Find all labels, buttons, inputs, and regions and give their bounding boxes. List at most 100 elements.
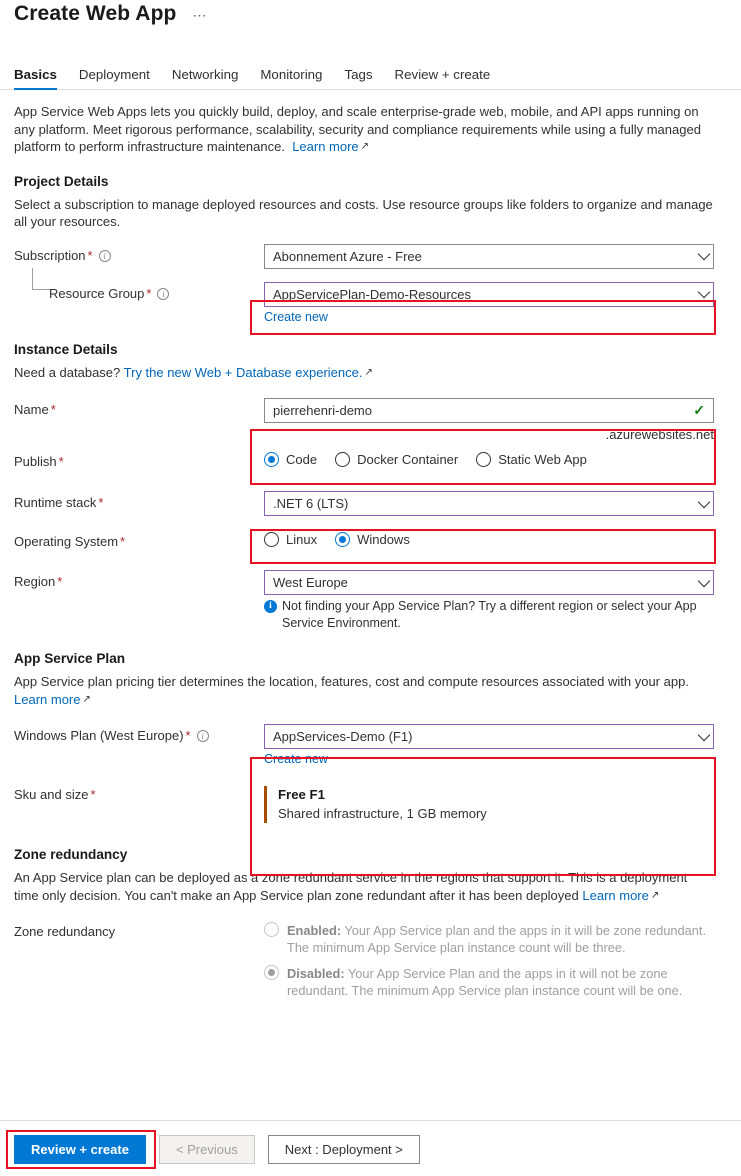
windows-plan-label: Windows Plan (West Europe) [14,728,184,743]
zone-redundancy-option-bold: Disabled: [287,966,345,981]
name-input[interactable]: pierrehenri-demo [264,398,714,423]
publish-option-static-web-app[interactable]: Static Web App [476,452,587,467]
instance-details-heading: Instance Details [14,341,118,357]
row-publish: Publish * Code Docker Container Static We… [14,450,727,474]
operating-system-label: Operating System [14,534,119,549]
database-prompt-row: Need a database? Try the new Web + Datab… [14,364,714,382]
create-web-app-blade: Create Web App ⋯ Basics Deployment Netwo… [0,0,741,1176]
resource-group-control: AppServicePlan-Demo-Resources Create new [264,281,727,324]
publish-option-docker-container[interactable]: Docker Container [335,452,458,467]
required-marker: * [50,402,56,417]
radio-dot-icon [264,452,279,467]
info-badge-icon: i [264,600,277,613]
create-new-resource-group-link[interactable]: Create new [264,310,328,324]
required-marker: * [120,534,126,549]
project-details-heading: Project Details [14,173,109,189]
name-label: Name [14,402,49,417]
publish-label: Publish [14,454,57,469]
runtime-stack-control: .NET 6 (LTS) [264,491,727,516]
required-marker: * [58,454,64,469]
tab-tags[interactable]: Tags [333,67,383,89]
zone-redundancy-option-text: Enabled: Your App Service plan and the a… [287,922,714,956]
zone-redundancy-radio-group: Enabled: Your App Service plan and the a… [264,920,727,999]
windows-plan-control: AppServices-Demo (F1) Create new [264,724,727,766]
zone-redundancy-learn-more-link[interactable]: Learn more [582,888,648,903]
resource-group-label-wrap: Resource Group * i [14,267,264,301]
row-operating-system: Operating System * Linux Windows [14,530,727,554]
row-name: Name * pierrehenri-demo ✓ .azurewebsites.… [14,398,727,442]
region-dropdown-wrap: West Europe [264,570,714,595]
zone-redundancy-control: Enabled: Your App Service plan and the a… [264,920,727,999]
tab-networking[interactable]: Networking [161,67,250,89]
database-prompt-text: Need a database? [14,364,121,380]
required-marker: * [87,247,93,263]
resource-group-dropdown[interactable]: AppServicePlan-Demo-Resources [264,281,714,307]
radio-dot-icon [264,922,279,937]
sku-card[interactable]: Free F1 Shared infrastructure, 1 GB memo… [264,786,714,823]
valid-check-icon: ✓ [693,402,705,418]
sku-and-size-control: Free F1 Shared infrastructure, 1 GB memo… [264,783,727,823]
operating-system-label-wrap: Operating System * [14,530,264,549]
required-marker: * [90,787,96,802]
zone-redundancy-option-text: Disabled: Your App Service Plan and the … [287,965,714,999]
operating-system-radio-group: Linux Windows [264,530,727,547]
required-marker: * [146,285,152,301]
name-input-wrap: pierrehenri-demo ✓ [264,398,714,423]
region-note-text: Not finding your App Service Plan? Try a… [282,599,697,630]
tab-monitoring[interactable]: Monitoring [249,67,333,89]
zone-redundancy-heading: Zone redundancy [14,847,128,862]
row-subscription: Subscription * i Abonnement Azure - Free [14,243,727,269]
intro-learn-more-link[interactable]: Learn more [292,139,358,154]
row-runtime-stack: Runtime stack * .NET 6 (LTS) [14,491,727,516]
info-icon[interactable]: i [98,249,111,262]
tab-review-create[interactable]: Review + create [384,67,502,89]
radio-dot-icon [335,452,351,467]
publish-control: Code Docker Container Static Web App [264,450,727,467]
zone-redundancy-description-wrap: An App Service plan can be deployed as a… [14,869,714,904]
subscription-label-wrap: Subscription * i [14,244,264,263]
name-control: pierrehenri-demo ✓ .azurewebsites.net [264,398,727,442]
web-database-experience-link[interactable]: Try the new Web + Database experience. [124,365,363,380]
tree-connector [32,267,50,290]
name-label-wrap: Name * [14,398,264,417]
radio-dot-icon [264,965,279,980]
info-icon[interactable]: i [157,287,170,300]
publish-option-label: Docker Container [357,452,459,467]
previous-button[interactable]: < Previous [158,1135,255,1164]
region-label: Region [14,574,56,589]
review-create-button[interactable]: Review + create [14,1135,146,1164]
runtime-stack-label-wrap: Runtime stack * [14,491,264,510]
name-suffix: .azurewebsites.net [605,427,714,442]
windows-plan-dropdown-wrap: AppServices-Demo (F1) [264,724,714,749]
os-option-label: Windows [357,532,410,547]
subscription-control: Abonnement Azure - Free [264,243,727,269]
wizard-tabs: Basics Deployment Networking Monitoring … [0,60,741,90]
region-control: West Europe i Not finding your App Servi… [264,570,727,631]
windows-plan-dropdown[interactable]: AppServices-Demo (F1) [264,724,714,749]
tab-basics[interactable]: Basics [14,67,68,90]
page-title: Create Web App [14,2,177,25]
region-dropdown[interactable]: West Europe [264,570,714,595]
runtime-stack-label: Runtime stack [14,495,97,510]
radio-dot-icon [264,532,279,547]
app-service-plan-heading: App Service Plan [14,651,126,666]
zone-redundancy-option-disabled[interactable]: Disabled: Your App Service Plan and the … [264,965,714,999]
more-options-icon[interactable]: ⋯ [192,8,207,22]
subscription-dropdown[interactable]: Abonnement Azure - Free [264,243,714,269]
os-option-windows[interactable]: Windows [335,532,410,547]
intro-paragraph: App Service Web Apps lets you quickly bu… [14,103,714,156]
info-icon[interactable]: i [196,730,209,742]
zone-redundancy-option-enabled[interactable]: Enabled: Your App Service plan and the a… [264,922,714,956]
radio-dot-icon [476,452,492,467]
app-service-plan-learn-more-link[interactable]: Learn more [14,692,80,707]
project-details-description: Select a subscription to manage deployed… [14,196,713,230]
create-new-plan-link[interactable]: Create new [264,752,328,766]
tab-deployment[interactable]: Deployment [68,67,161,89]
runtime-stack-dropdown[interactable]: .NET 6 (LTS) [264,491,714,516]
next-deployment-button[interactable]: Next : Deployment > [267,1135,420,1164]
sku-and-size-label-wrap: Sku and size * [14,783,264,802]
os-option-linux[interactable]: Linux [264,532,317,547]
required-marker: * [185,728,191,743]
app-service-plan-description: App Service plan pricing tier determines… [14,674,689,689]
publish-option-code[interactable]: Code [264,452,317,467]
